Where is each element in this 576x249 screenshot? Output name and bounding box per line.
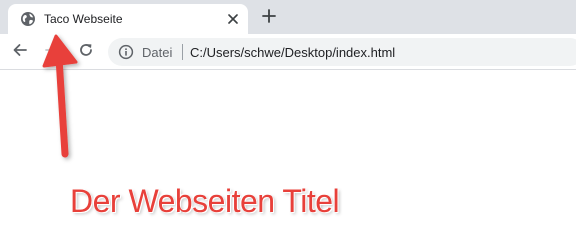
address-bar[interactable]: Datei C:/Users/schwe/Desktop/index.html [108, 38, 576, 66]
close-icon[interactable] [223, 9, 243, 29]
globe-icon [20, 11, 36, 27]
tab-strip: Taco Webseite [0, 0, 576, 34]
url-text[interactable]: C:/Users/schwe/Desktop/index.html [190, 45, 395, 60]
info-icon[interactable] [118, 44, 134, 60]
back-button[interactable] [8, 40, 32, 64]
origin-label: Datei [142, 45, 173, 60]
browser-window: Taco Webseite Datei C:/Users/schwe/Deskt… [0, 0, 576, 249]
arrow-up-icon [36, 30, 96, 170]
annotation-label: Der Webseiten Titel [70, 183, 340, 219]
back-arrow-icon [12, 42, 28, 63]
tab-title: Taco Webseite [44, 12, 123, 26]
new-tab-button[interactable] [258, 7, 280, 29]
plus-icon [262, 8, 276, 28]
omnibox-divider [182, 44, 183, 60]
